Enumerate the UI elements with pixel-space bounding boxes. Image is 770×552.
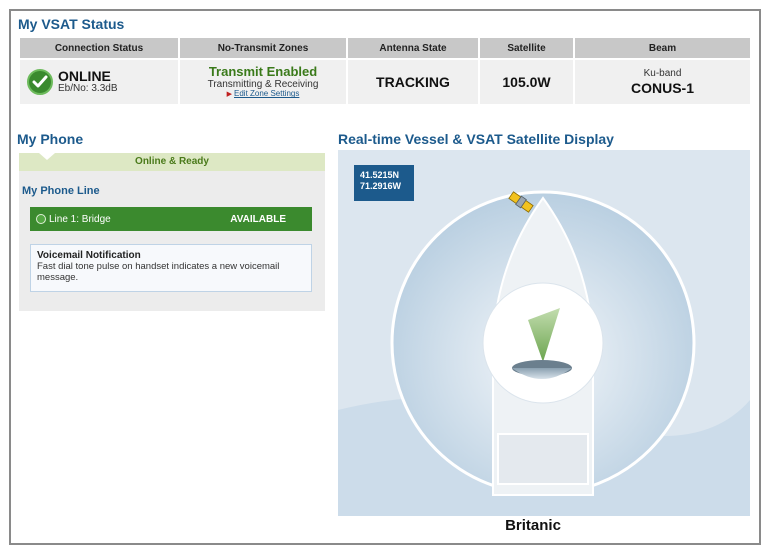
phone-line-title: My Phone Line <box>22 185 100 197</box>
status-table-header: Connection Status No-Transmit Zones Ante… <box>20 38 750 58</box>
header-no-transmit-zones: No-Transmit Zones <box>180 38 346 58</box>
vessel-display: 41.5215N 71.2916W <box>338 150 750 516</box>
beam-cell: Ku-band CONUS-1 <box>575 60 750 104</box>
beam-name: CONUS-1 <box>630 79 694 96</box>
phone-line-name: Line 1: Bridge <box>49 213 111 225</box>
header-antenna-state: Antenna State <box>348 38 478 58</box>
voicemail-title: Voicemail Notification <box>37 250 141 261</box>
phone-line-status: AVAILABLE <box>230 213 286 225</box>
vsat-status-title: My VSAT Status <box>18 16 125 32</box>
no-transmit-zones-cell: Transmit Enabled Transmitting & Receivin… <box>180 60 346 104</box>
coordinates-box: 41.5215N 71.2916W <box>354 165 414 201</box>
satellite-value: 105.0W <box>502 74 551 90</box>
check-icon <box>27 69 53 95</box>
status-notch <box>39 153 55 160</box>
phone-line-item[interactable]: Line 1: Bridge AVAILABLE <box>30 207 312 231</box>
edit-zone-settings-label: Edit Zone Settings <box>234 89 300 99</box>
vessel-display-title: Real-time Vessel & VSAT Satellite Displa… <box>338 131 614 147</box>
header-connection-status: Connection Status <box>20 38 178 58</box>
header-satellite: Satellite <box>480 38 573 58</box>
vessel-name: Britanic <box>505 517 561 534</box>
status-dot-icon <box>36 214 46 224</box>
main-frame: My VSAT Status Connection Status No-Tran… <box>9 9 761 545</box>
transmit-status: Transmit Enabled <box>208 63 318 79</box>
connection-status-cell: ONLINE Eb/No: 3.3dB <box>20 60 178 104</box>
phone-status-bar: Online & Ready <box>19 153 325 171</box>
connection-state: ONLINE <box>58 68 111 85</box>
beam-band: Ku-band <box>643 68 682 80</box>
phone-status-text: Online & Ready <box>135 156 209 167</box>
triangle-right-icon: ▶ <box>226 91 232 99</box>
header-beam: Beam <box>575 38 750 58</box>
antenna-state-value: TRACKING <box>376 74 450 90</box>
ebno-value: Eb/No: 3.3dB <box>58 83 118 95</box>
voicemail-notification: Voicemail Notification Fast dial tone pu… <box>30 244 312 292</box>
satellite-cell: 105.0W <box>480 60 573 104</box>
voicemail-text: Fast dial tone pulse on handset indicate… <box>37 261 280 284</box>
vsat-status-table: Connection Status No-Transmit Zones Ante… <box>20 38 750 104</box>
longitude: 71.2916W <box>360 181 402 192</box>
status-table-row: ONLINE Eb/No: 3.3dB Transmit Enabled Tra… <box>20 60 750 104</box>
phone-panel: Online & Ready My Phone Line Line 1: Bri… <box>19 153 325 311</box>
latitude: 41.5215N <box>360 170 400 180</box>
antenna-state-cell: TRACKING <box>348 60 478 104</box>
vessel-graphic <box>338 190 750 516</box>
edit-zone-settings-link[interactable]: ▶ Edit Zone Settings <box>226 89 300 99</box>
my-phone-title: My Phone <box>17 131 84 147</box>
